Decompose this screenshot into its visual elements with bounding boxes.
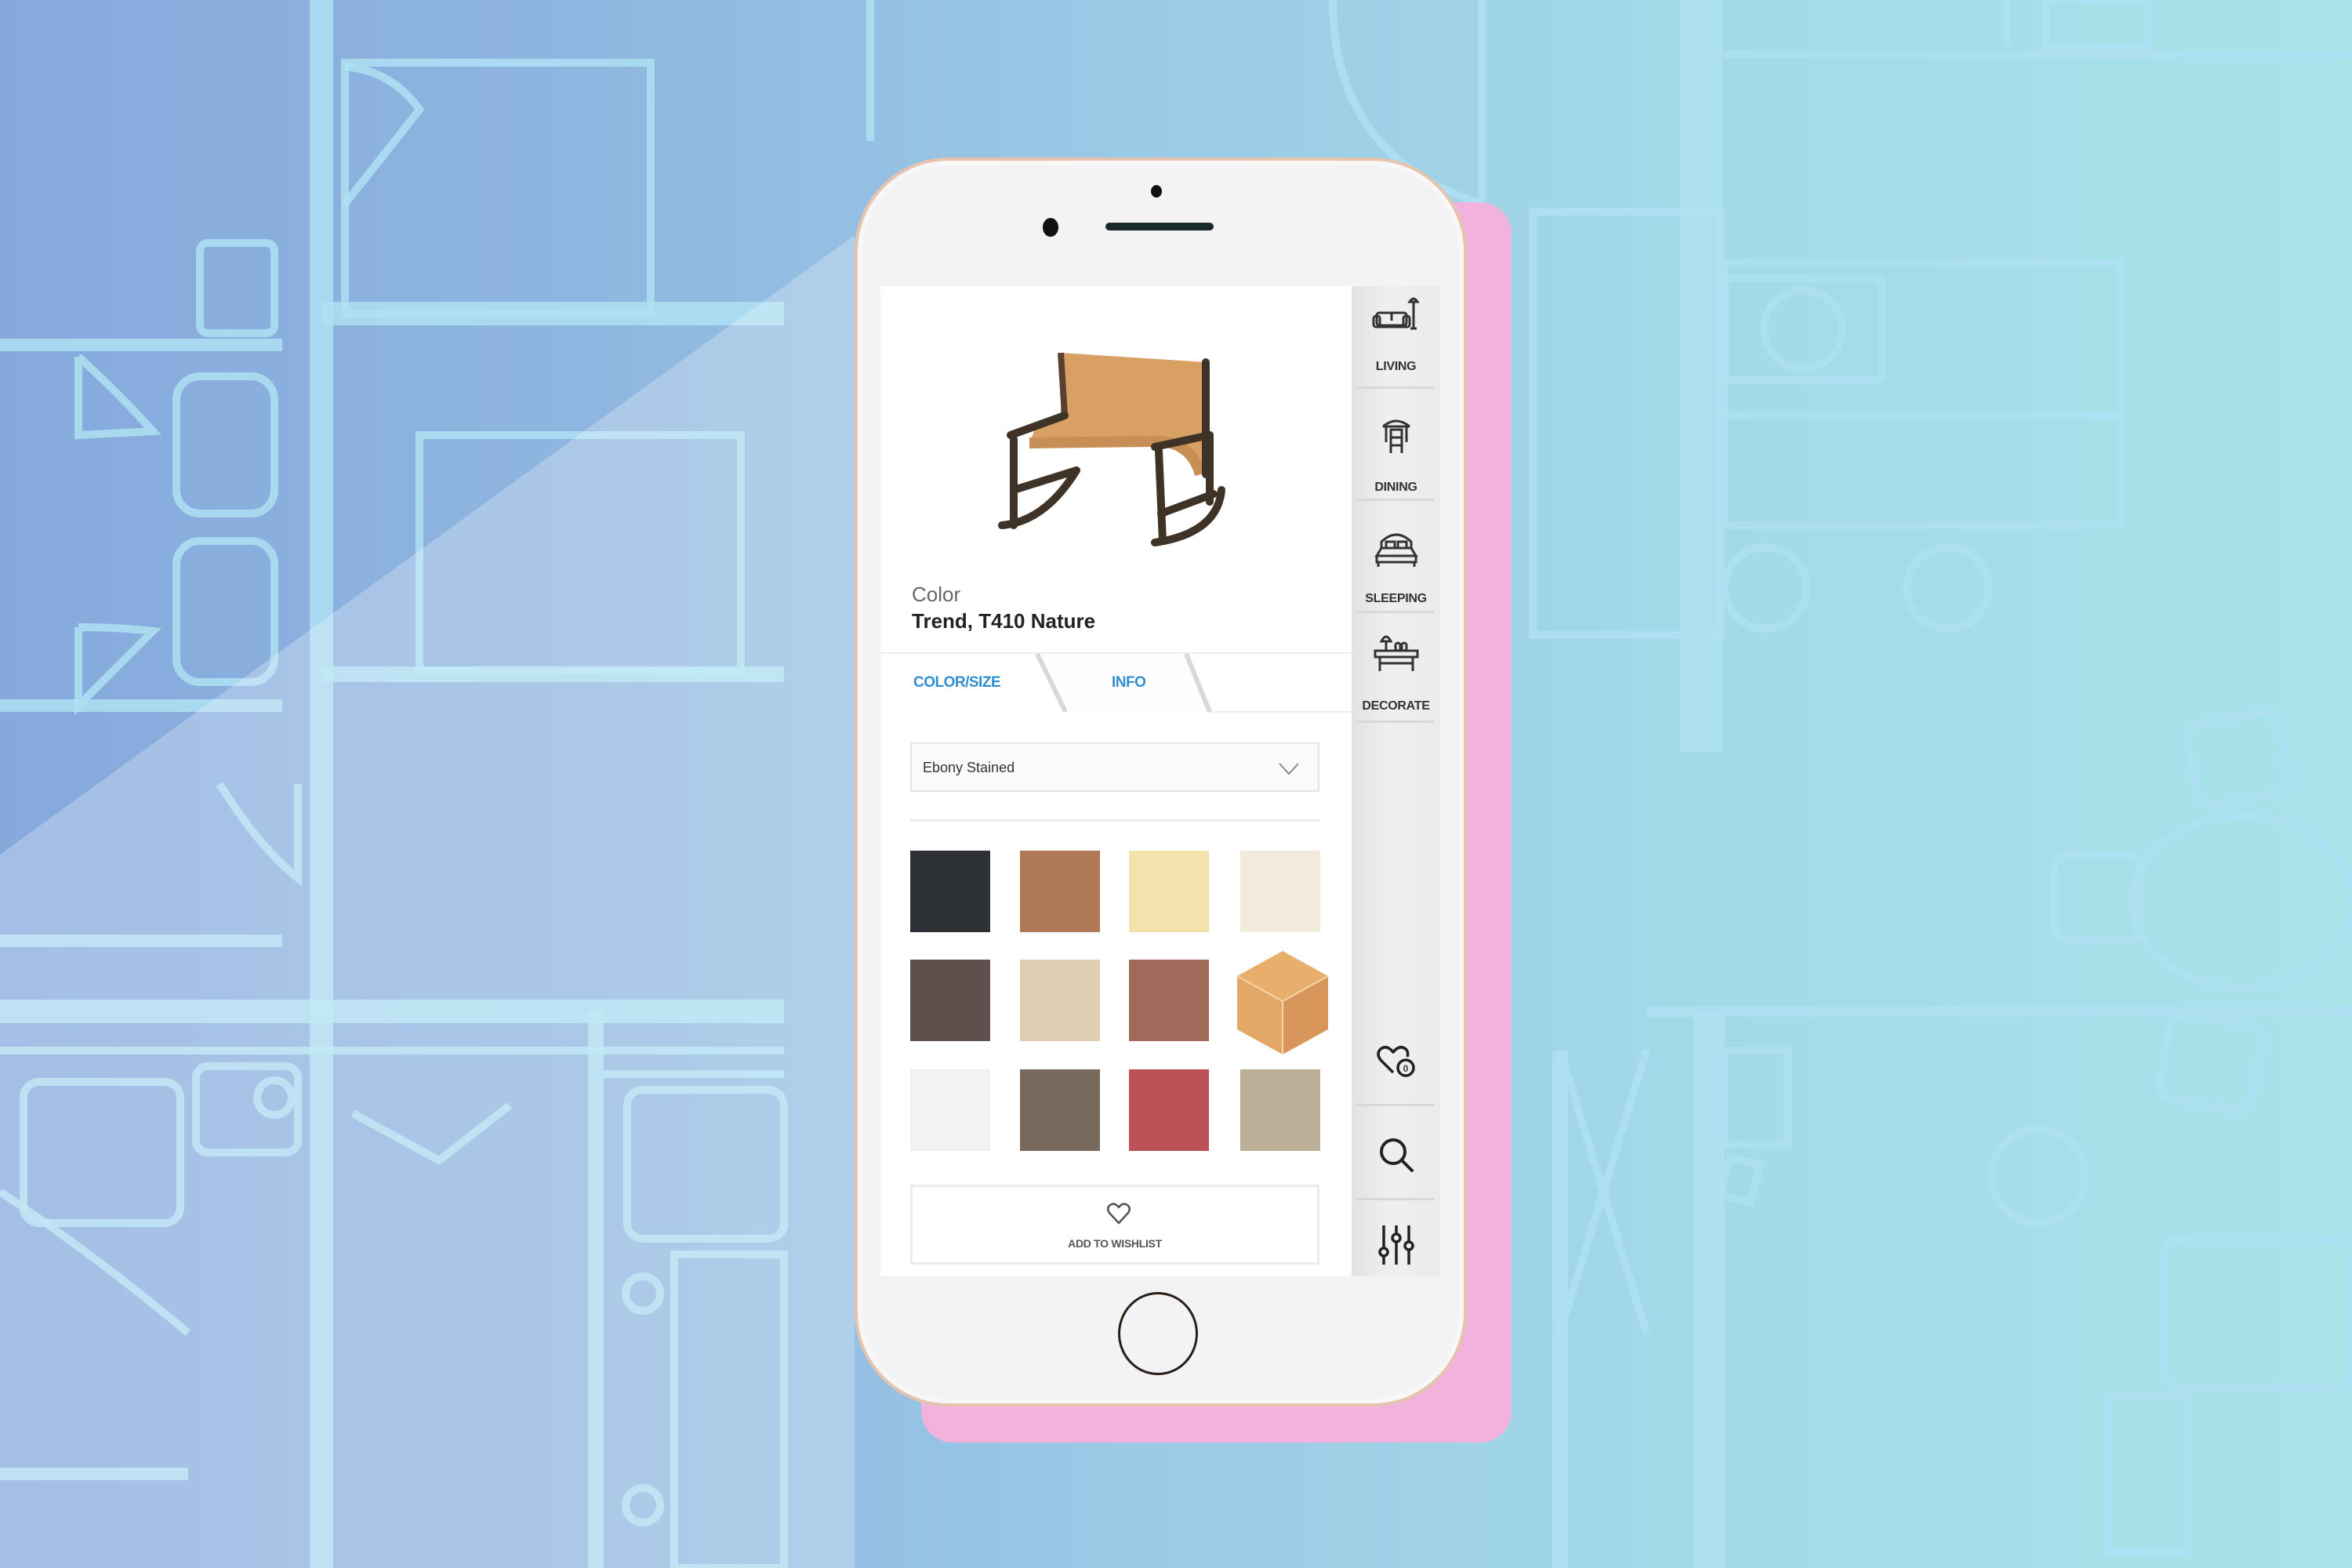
heart-outline-icon (1107, 1203, 1131, 1225)
wishlist-button[interactable]: 0 (1352, 1021, 1440, 1099)
color-swatch[interactable] (1020, 960, 1100, 1041)
sliders-icon (1378, 1225, 1414, 1265)
app-screen: Color Trend, T410 Nature COLOR/SIZE INFO… (880, 286, 1440, 1276)
product-panel: Color Trend, T410 Nature COLOR/SIZE INFO… (880, 286, 1352, 1276)
sidebar-divider (1356, 1198, 1435, 1200)
tab-info[interactable]: INFO (1112, 674, 1146, 691)
sidebar-item-sleeping[interactable]: SLEEPING (1352, 501, 1440, 612)
home-button[interactable] (1118, 1292, 1198, 1375)
chevron-down-icon (1279, 763, 1299, 775)
category-sidebar: LIVING DINING SLEEPING DECORATE 0 (1352, 286, 1440, 1276)
bed-icon (1374, 533, 1418, 567)
sidebar-label-decorate: DECORATE (1362, 699, 1430, 713)
color-swatch[interactable] (910, 960, 990, 1041)
sidebar-label-dining: DINING (1374, 481, 1417, 494)
phone-sensor (1151, 185, 1162, 198)
color-swatch[interactable] (910, 851, 990, 932)
console-table-decor-icon (1374, 635, 1419, 671)
sidebar-label-sleeping: SLEEPING (1365, 592, 1427, 605)
color-swatch[interactable] (1020, 1069, 1100, 1151)
wishlist-count-badge: 0 (1403, 1063, 1409, 1074)
color-swatch[interactable] (1129, 851, 1209, 932)
section-divider (910, 819, 1319, 822)
add-to-wishlist-button[interactable]: ADD TO WISHLIST (910, 1185, 1319, 1265)
frame-finish-select[interactable]: Ebony Stained (910, 742, 1319, 792)
tab-color-size[interactable]: COLOR/SIZE (913, 674, 1001, 691)
sidebar-label-living: LIVING (1375, 360, 1417, 373)
earpiece-speaker (1105, 223, 1214, 230)
frame-finish-value: Ebony Stained (923, 760, 1015, 775)
color-swatch[interactable] (1240, 1069, 1320, 1151)
swatch-selected-cube[interactable] (1234, 948, 1331, 1058)
sidebar-item-decorate[interactable]: DECORATE (1352, 613, 1440, 721)
color-swatch[interactable] (1240, 851, 1320, 932)
dining-chair-table-icon (1382, 419, 1410, 453)
color-swatch[interactable] (1129, 960, 1209, 1041)
color-label: Color (912, 583, 961, 606)
sofa-lamp-icon (1372, 297, 1420, 330)
search-button[interactable] (1352, 1116, 1440, 1194)
sidebar-item-dining[interactable]: DINING (1352, 389, 1440, 499)
add-to-wishlist-label: ADD TO WISHLIST (1068, 1237, 1162, 1250)
color-value: Trend, T410 Nature (912, 609, 1096, 633)
sidebar-divider (1356, 1104, 1435, 1106)
color-swatch[interactable] (910, 1069, 990, 1151)
product-tabs: COLOR/SIZE INFO (880, 652, 1352, 713)
sidebar-item-living[interactable]: LIVING (1352, 286, 1440, 387)
product-image-rocking-chair (998, 352, 1225, 546)
sidebar-divider (1356, 720, 1435, 723)
heart-badge-icon: 0 (1377, 1046, 1415, 1077)
search-icon (1380, 1138, 1414, 1172)
color-swatch[interactable] (1020, 851, 1100, 932)
front-camera (1043, 218, 1058, 237)
color-swatch[interactable] (1129, 1069, 1209, 1151)
filter-button[interactable] (1352, 1205, 1440, 1276)
cube-swatch-icon (1236, 951, 1329, 1054)
